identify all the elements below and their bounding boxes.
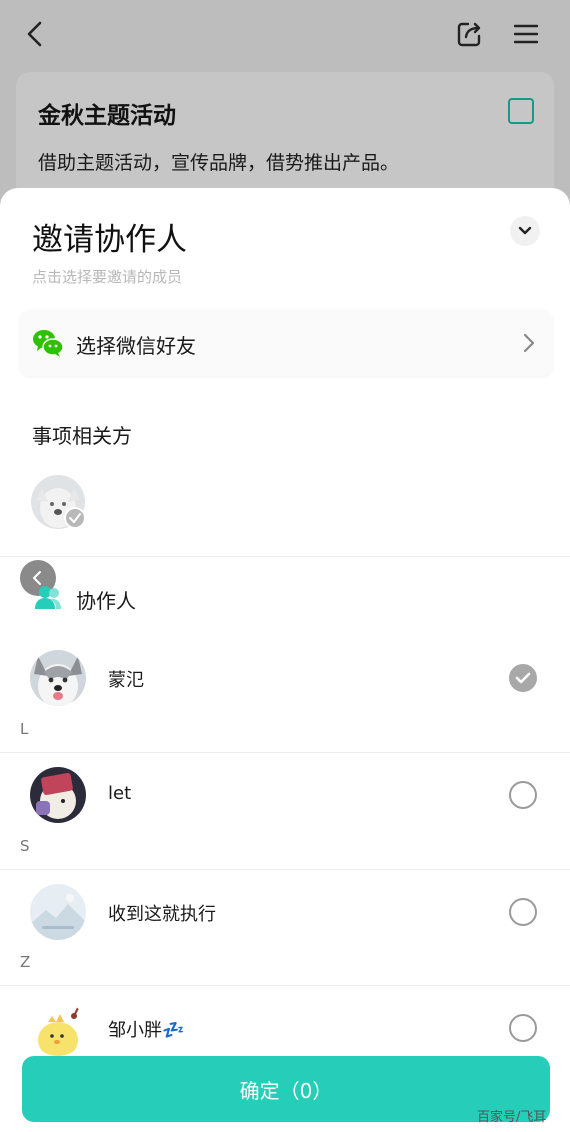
avatar [30,884,86,940]
task-title: 金秋主题活动 [38,103,176,129]
confirm-button[interactable]: 确定（0） [22,1056,550,1122]
invite-sheet: 邀请协作人 点击选择要邀请的成员 选择微信好友 事项相关方 协作人 蒙氾 L l… [0,188,570,1132]
share-icon[interactable] [454,18,486,50]
divider [0,556,570,557]
collapse-button[interactable] [510,216,540,246]
back-arrow-icon[interactable] [20,18,52,50]
index-letter: L [20,720,29,738]
member-row[interactable]: 收到这就执行 [0,870,570,970]
member-row[interactable]: 蒙氾 [0,636,570,736]
collaborators-icon [35,586,61,609]
wechat-label: 选择微信好友 [76,334,196,358]
member-name: 邹小胖💤 [108,1020,185,1041]
collaborators-label: 协作人 [76,589,136,613]
member-checkbox[interactable] [509,898,537,926]
task-description: 借助主题活动，宣传品牌，借势推出产品。 [38,152,400,174]
chevron-down-icon [518,226,532,235]
avatar [30,650,86,706]
sheet-title: 邀请协作人 [32,222,187,258]
wechat-icon [33,330,64,357]
stakeholder-avatar[interactable] [30,474,86,530]
sheet-subtitle: 点击选择要邀请的成员 [32,268,183,286]
menu-icon[interactable] [510,18,542,50]
index-letter: S [20,837,30,855]
member-checkbox[interactable] [509,664,537,692]
select-wechat-friends-button[interactable]: 选择微信好友 [20,310,552,376]
avatar [30,767,86,823]
chevron-right-icon [523,333,535,353]
member-name: let [108,783,132,804]
member-checkbox[interactable] [509,781,537,809]
member-name: 收到这就执行 [108,904,216,925]
member-checkbox[interactable] [509,1014,537,1042]
index-letter: Z [20,953,31,971]
check-icon [515,672,531,684]
avatar [30,1000,86,1056]
top-bar [0,0,570,68]
watermark: 百家号/飞耳 [477,1110,547,1125]
member-row[interactable]: let [0,753,570,853]
stakeholders-title: 事项相关方 [32,424,132,448]
member-name: 蒙氾 [108,670,144,691]
task-checkbox[interactable] [508,98,534,124]
